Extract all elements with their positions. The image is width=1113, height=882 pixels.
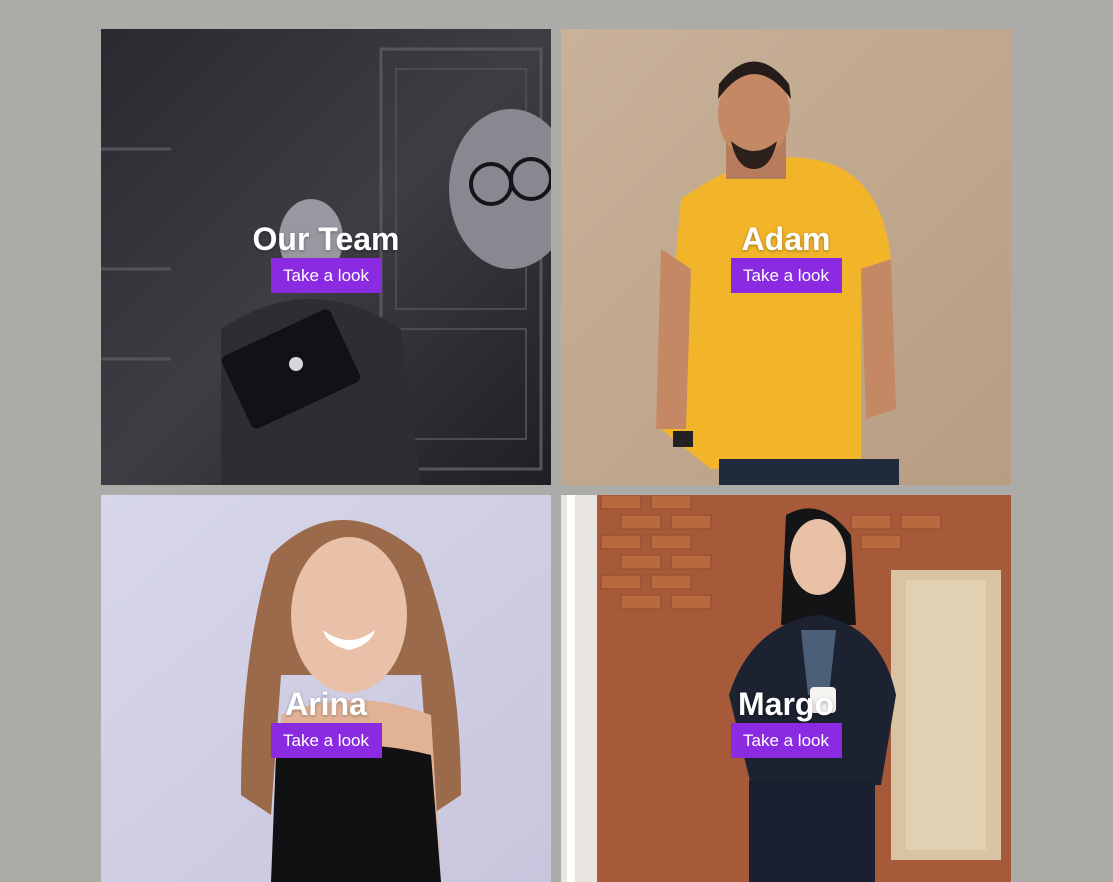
team-card-our-team: Our Team Take a look [101, 29, 551, 485]
card-title: Margo [738, 686, 834, 722]
card-title: Arina [285, 686, 367, 722]
team-grid: Our Team Take a look Adam Take a look Ar… [101, 29, 1011, 882]
team-card-margo: Margo Take a look [561, 495, 1011, 882]
take-a-look-button[interactable]: Take a look [730, 258, 842, 293]
card-title: Our Team [252, 221, 400, 257]
take-a-look-button[interactable]: Take a look [270, 258, 382, 293]
team-card-adam: Adam Take a look [561, 29, 1011, 485]
card-title: Adam [741, 221, 831, 257]
take-a-look-button[interactable]: Take a look [730, 723, 842, 758]
take-a-look-button[interactable]: Take a look [270, 723, 382, 758]
card-caption: Margo Take a look [561, 686, 1011, 758]
card-caption: Adam Take a look [561, 221, 1011, 293]
card-caption: Arina Take a look [101, 686, 551, 758]
team-card-arina: Arina Take a look [101, 495, 551, 882]
card-caption: Our Team Take a look [101, 221, 551, 293]
